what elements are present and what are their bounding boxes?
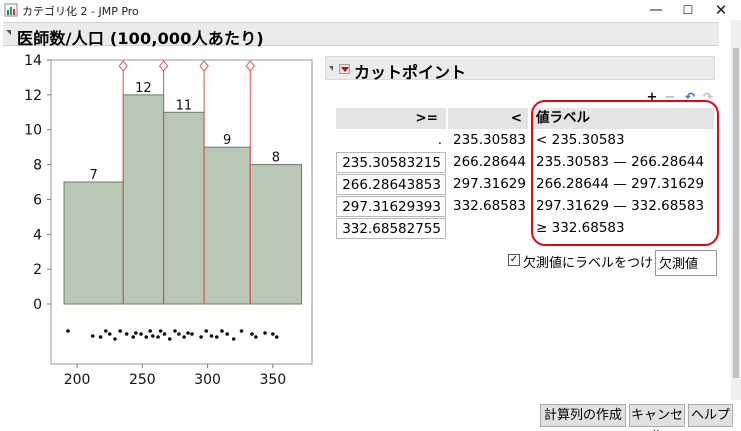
jmp-app-icon (4, 3, 18, 17)
column-header-ge: >= (336, 108, 446, 129)
cutpoint-input[interactable]: 297.31629393 (336, 196, 446, 217)
bar-count-label: 11 (176, 98, 193, 113)
bar-count-label: 7 (89, 168, 97, 183)
rug-point (220, 329, 224, 333)
y-tick-label: 0 (33, 297, 42, 313)
histogram-bar (63, 181, 124, 305)
rug-point (250, 332, 254, 336)
y-tick-label: 4 (33, 227, 42, 243)
y-tick-label: 14 (24, 53, 42, 69)
cutpoints-title: カットポイント (354, 63, 467, 82)
rug-point (162, 332, 167, 336)
rug-point (158, 329, 163, 333)
y-tick-label: 12 (24, 88, 42, 104)
bar-count-label: 12 (135, 81, 152, 96)
table-cell-ge: . (437, 132, 442, 148)
rug-point (271, 332, 275, 336)
rug-point (263, 331, 267, 335)
missing-label-checkbox-label: 欠測値にラベルをつける (523, 256, 667, 271)
report-outline-header[interactable]: 医師数/人口 (100,000人あたり) (3, 22, 719, 48)
histogram-bar (122, 94, 165, 305)
help-button[interactable]: ヘルプ (688, 404, 733, 427)
rug-point (90, 334, 95, 338)
rug-point (156, 335, 160, 339)
rug-point (173, 329, 177, 333)
disclosure-triangle-icon[interactable] (6, 30, 11, 35)
rug-point (150, 334, 155, 338)
rug-point (254, 335, 258, 339)
rug-point (199, 335, 203, 339)
rug-point (107, 332, 112, 336)
maximize-button[interactable]: ☐ (671, 0, 705, 20)
table-cell-lt: 332.68583 (452, 198, 526, 214)
table-cell-lt: 297.31629 (452, 176, 526, 192)
table-cell-lt (448, 218, 528, 239)
rug-point (124, 332, 129, 336)
rug-point (182, 335, 186, 339)
table-cell-lt: 266.28644 (452, 154, 526, 170)
histogram-bar (163, 111, 205, 305)
vertical-scrollbar-thumb[interactable] (733, 48, 739, 378)
rug-point (118, 329, 122, 333)
rug-point (167, 337, 172, 341)
rug-point (274, 335, 279, 339)
minimize-button[interactable]: — (639, 0, 673, 20)
y-tick-label: 2 (33, 262, 42, 278)
x-tick-label: 250 (129, 372, 156, 386)
rug-point (231, 337, 236, 341)
rug-point (113, 337, 117, 341)
cutpoint-input[interactable]: 332.68582755 (336, 218, 446, 239)
rug-point (177, 332, 181, 336)
bar-count-label: 9 (223, 133, 231, 148)
bar-count-label: 8 (272, 151, 280, 166)
x-tick-label: 350 (259, 372, 286, 386)
rug-point (139, 332, 143, 336)
window-titlebar: カテゴリ化 2 - JMP Pro — ☐ ✕ (0, 0, 741, 20)
highlight-annotation (531, 100, 719, 246)
make-formula-column-button[interactable]: 計算列の作成 (540, 404, 626, 427)
cutpoints-outline-header[interactable]: カットポイント (325, 56, 715, 82)
rug-point (144, 335, 149, 339)
cutpoint-input[interactable]: 235.30583215 (336, 152, 446, 173)
missing-label-input[interactable]: 欠測値 (655, 250, 717, 276)
missing-label-checkbox[interactable]: ✓ (508, 254, 520, 266)
rug-point (214, 335, 219, 339)
cancel-button[interactable]: キャンセル (629, 404, 685, 431)
rug-point (66, 329, 70, 333)
rug-point (209, 334, 214, 338)
rug-point (104, 329, 108, 333)
rug-point (131, 335, 136, 339)
close-button[interactable]: ✕ (704, 0, 738, 20)
disclosure-triangle-icon[interactable] (329, 66, 333, 71)
y-tick-label: 6 (33, 192, 42, 208)
cutpoint-input[interactable]: 266.28643853 (336, 174, 446, 195)
rug-point (225, 332, 229, 336)
y-tick-label: 10 (24, 123, 42, 139)
rug-point (134, 331, 138, 335)
rug-point (148, 329, 152, 333)
rug-point (204, 329, 209, 333)
rug-point (98, 335, 103, 339)
window-title: カテゴリ化 2 - JMP Pro (22, 5, 139, 18)
rug-point (239, 329, 244, 333)
histogram-bar (249, 164, 303, 305)
x-tick-label: 300 (194, 372, 221, 386)
rug-point (190, 332, 194, 336)
red-triangle-menu-icon[interactable] (339, 64, 350, 74)
x-tick-label: 200 (64, 372, 91, 386)
histogram-chart: 0 2 4 6 8 10 12 14 200 250 300 350 7 12 11 9 8 (24, 53, 313, 386)
histogram-bar (203, 146, 251, 305)
y-tick-label: 8 (33, 158, 42, 174)
column-header-lt: < (448, 108, 528, 129)
rug-point (186, 331, 190, 335)
table-cell-lt: 235.30583 (452, 132, 526, 148)
